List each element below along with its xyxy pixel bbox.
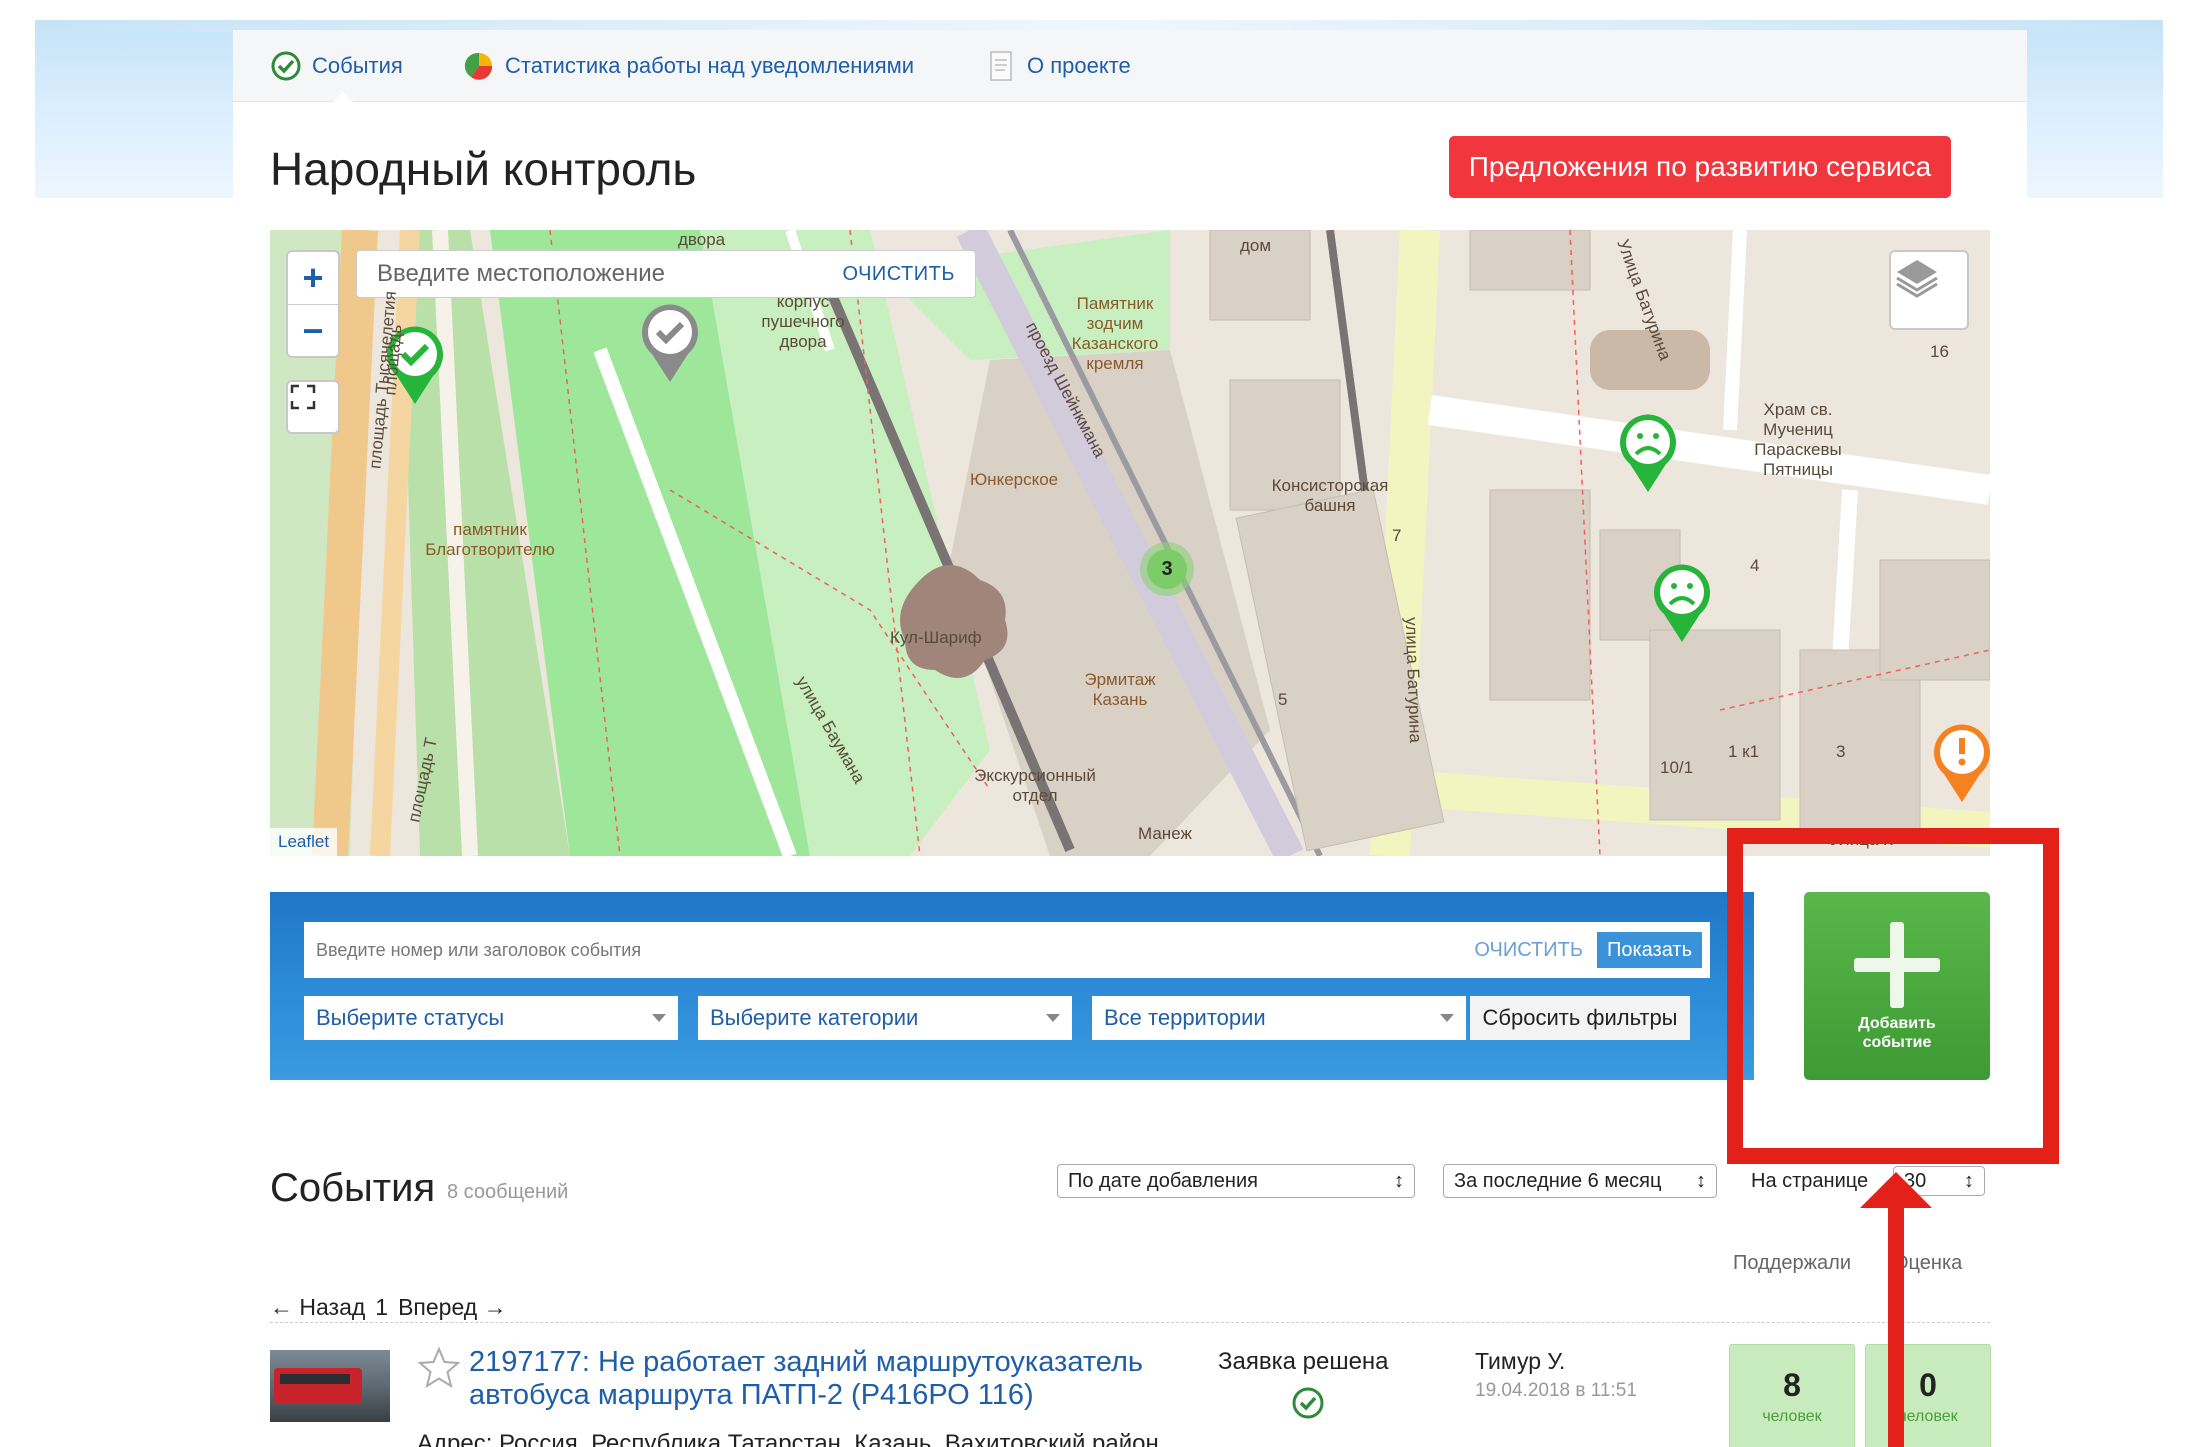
star-icon[interactable]: [417, 1346, 461, 1390]
cluster-count: 3: [1147, 549, 1187, 589]
event-date: 19.04.2018 в 11:51: [1475, 1380, 1637, 1401]
rating-count-box[interactable]: 0 человек: [1865, 1344, 1991, 1447]
territory-select[interactable]: Все территории: [1092, 996, 1466, 1040]
events-count: 8 сообщений: [447, 1181, 569, 1203]
show-button[interactable]: Показать: [1596, 932, 1702, 968]
per-page-label: На странице: [1751, 1170, 1869, 1192]
map-label: Консисторская башня: [1271, 476, 1389, 515]
status-select-label: Выберите статусы: [316, 1005, 505, 1030]
pager-page[interactable]: 1: [375, 1294, 388, 1321]
map-label: Кул-Шариф: [890, 628, 982, 647]
map-label: памятник Благотворителю: [425, 520, 555, 559]
period-select-label: За последние 6 месяц: [1454, 1169, 1662, 1192]
chevron-down-icon: [1440, 1014, 1454, 1022]
location-search-input[interactable]: Введите местоположение: [377, 260, 665, 288]
map-label: Манеж: [1138, 824, 1192, 843]
status-select[interactable]: Выберите статусы: [304, 996, 678, 1040]
period-select[interactable]: За последние 6 месяц ↕: [1443, 1164, 1717, 1198]
nav-events-label: События: [312, 53, 403, 78]
supported-unit: человек: [1762, 1408, 1822, 1425]
updown-icon: ↕: [1394, 1169, 1404, 1192]
check-circle-icon: [271, 51, 301, 81]
location-clear-button[interactable]: ОЧИСТИТЬ: [842, 263, 955, 286]
event-search-input[interactable]: Введите номер или заголовок события: [316, 940, 1474, 961]
zoom-in-button[interactable]: +: [288, 252, 338, 304]
category-select-label: Выберите категории: [710, 1005, 919, 1030]
rating-count: 0: [1919, 1367, 1937, 1403]
updown-icon: ↕: [1964, 1169, 1974, 1192]
fullscreen-button[interactable]: [286, 380, 340, 434]
sort-select[interactable]: По дате добавления ↕: [1057, 1164, 1415, 1198]
zoom-control: + −: [286, 250, 340, 358]
nav-about-label: О проекте: [1027, 53, 1131, 78]
location-search[interactable]: Введите местоположение ОЧИСТИТЬ: [356, 250, 976, 298]
event-search-clear[interactable]: ОЧИСТИТЬ: [1474, 939, 1583, 962]
nav-about[interactable]: О проекте: [985, 50, 1131, 82]
page-container: События Статистика работы над уведомлени…: [233, 30, 2027, 1447]
territory-select-label: Все территории: [1104, 1005, 1266, 1030]
resolved-marker-gray[interactable]: [638, 300, 702, 384]
event-author[interactable]: Тимур У.: [1475, 1348, 1565, 1375]
map-label: 10/1: [1660, 758, 1694, 777]
updown-icon: ↕: [1696, 1169, 1706, 1192]
zoom-out-button[interactable]: −: [288, 304, 338, 356]
top-navigation: События Статистика работы над уведомлени…: [233, 30, 2027, 104]
map-label: 16: [1930, 342, 1949, 361]
divider: [270, 1322, 1990, 1323]
sort-select-label: По дате добавления: [1068, 1169, 1258, 1192]
reset-filters-button[interactable]: Сбросить фильтры: [1470, 996, 1690, 1040]
map-label: двора: [678, 230, 726, 249]
event-title-link[interactable]: 2197177: Не работает задний маршрутоуказ…: [469, 1346, 1189, 1412]
chevron-down-icon: [1046, 1014, 1060, 1022]
filter-panel: Введите номер или заголовок события ОЧИС…: [270, 892, 1754, 1080]
pagination: ← Назад 1 Вперед →: [270, 1294, 507, 1321]
layers-icon: [1896, 260, 1938, 298]
map-label: Храм св. Мучениц Параскевы Пятницы: [1754, 400, 1842, 479]
check-circle-icon: [1292, 1387, 1324, 1419]
nav-statistics-label: Статистика работы над уведомлениями: [505, 53, 915, 78]
map-label: Эрмитаж Казань: [1084, 670, 1156, 709]
fullscreen-icon: [290, 384, 316, 410]
annotation-arrow: [1888, 1200, 1904, 1447]
layers-button[interactable]: [1889, 250, 1969, 330]
map-label: 4: [1750, 556, 1760, 575]
event-address: Адрес: Россия, Республика Татарстан, Каз…: [417, 1430, 1159, 1447]
nav-events[interactable]: События: [270, 50, 403, 82]
event-thumbnail[interactable]: [270, 1350, 390, 1422]
pager-forward[interactable]: Вперед →: [398, 1294, 506, 1321]
annotation-highlight-box: [1727, 828, 2059, 1164]
rating-unit: человек: [1898, 1408, 1958, 1425]
map-label: Юнкерское: [970, 470, 1059, 489]
pager-back[interactable]: ← Назад: [270, 1294, 365, 1321]
map-label: дом: [1240, 236, 1272, 255]
chevron-down-icon: [652, 1014, 666, 1022]
marker-cluster[interactable]: 3: [1140, 542, 1194, 596]
page-title: Народный контроль: [270, 143, 697, 195]
events-heading: События: [270, 1166, 436, 1210]
nav-statistics[interactable]: Статистика работы над уведомлениями: [463, 50, 914, 82]
map-label: Памятник зодчим Казанского кремля: [1071, 294, 1159, 373]
warning-marker[interactable]: [1930, 720, 1990, 804]
map[interactable]: + − Введите местоположение ОЧИСТИТЬ 3 дв…: [270, 230, 1990, 856]
map-label: 3: [1836, 742, 1846, 761]
map-label: 1 к1: [1728, 742, 1760, 761]
event-status: Заявка решена: [1218, 1348, 1389, 1375]
map-label: Экскурсионный отдел: [974, 766, 1096, 805]
document-icon: [990, 51, 1012, 81]
event-search[interactable]: Введите номер или заголовок события ОЧИС…: [304, 922, 1710, 978]
map-attribution[interactable]: Leaflet: [270, 828, 338, 856]
map-label: 5: [1278, 690, 1288, 709]
map-label: корпус пушечного двора: [761, 292, 845, 351]
pie-chart-icon: [464, 52, 493, 80]
sad-marker[interactable]: [1616, 410, 1680, 494]
supported-count: 8: [1783, 1367, 1801, 1403]
sad-marker[interactable]: [1650, 560, 1714, 644]
map-label: 7: [1392, 526, 1402, 545]
suggestions-button[interactable]: Предложения по развитию сервиса: [1449, 136, 1951, 198]
category-select[interactable]: Выберите категории: [698, 996, 1072, 1040]
supported-count-box[interactable]: 8 человек: [1729, 1344, 1855, 1447]
active-tab-marker: [331, 92, 355, 104]
supported-column-header: Поддержали: [1733, 1252, 1851, 1274]
